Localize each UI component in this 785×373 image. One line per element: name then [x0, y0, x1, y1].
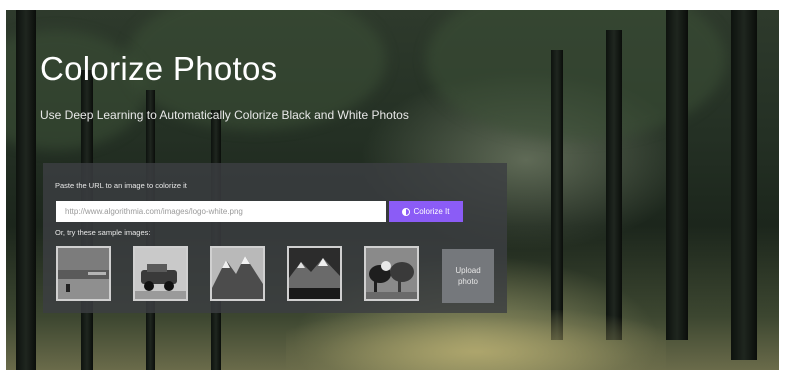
sample-image-1[interactable]: [56, 246, 111, 301]
colorize-panel: Paste the URL to an image to colorize it…: [43, 163, 507, 313]
sample-image-3-thumbnail: [212, 248, 263, 299]
tree-trunk: [551, 50, 563, 340]
sample-image-4-thumbnail: [289, 248, 340, 299]
upload-photo-label: Upload photo: [455, 266, 481, 286]
tree-trunk: [666, 10, 688, 340]
url-label: Paste the URL to an image to colorize it: [55, 181, 187, 190]
tree-trunk: [731, 10, 757, 360]
tree-trunk: [606, 30, 622, 340]
colorize-button-label: Colorize It: [413, 207, 450, 216]
sample-image-1-thumbnail: [58, 248, 109, 299]
forest-road: [286, 310, 666, 370]
hero-background: Colorize Photos Use Deep Learning to Aut…: [6, 10, 779, 370]
sample-image-3[interactable]: [210, 246, 265, 301]
sample-image-5[interactable]: [364, 246, 419, 301]
samples-label: Or, try these sample images:: [55, 228, 151, 237]
upload-photo-button[interactable]: Upload photo: [442, 249, 494, 303]
sample-image-5-thumbnail: [366, 248, 417, 299]
page-subtitle: Use Deep Learning to Automatically Color…: [40, 108, 409, 122]
sample-image-2-thumbnail: [135, 248, 186, 299]
colorize-button[interactable]: Colorize It: [389, 201, 463, 222]
image-url-input[interactable]: [56, 201, 386, 222]
sample-image-4[interactable]: [287, 246, 342, 301]
half-circle-icon: [402, 207, 411, 216]
sample-image-2[interactable]: [133, 246, 188, 301]
tree-trunk: [16, 10, 36, 370]
page-title: Colorize Photos: [40, 50, 278, 87]
